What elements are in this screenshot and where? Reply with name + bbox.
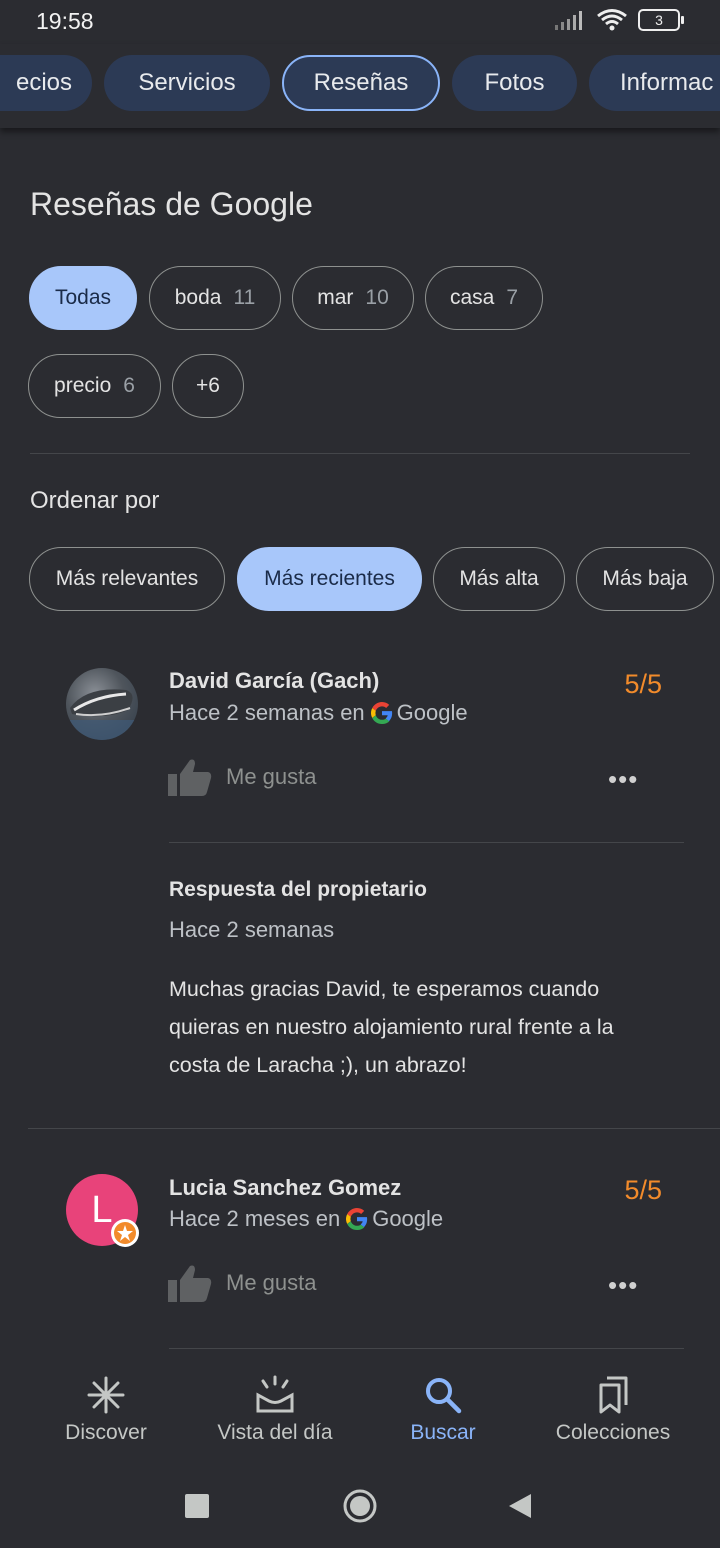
tab-servicios[interactable]: Servicios (104, 55, 270, 111)
google-logo-icon (346, 1208, 368, 1230)
reviewer-name[interactable]: David García (Gach) (169, 668, 379, 694)
sort-chip-alta[interactable]: Más alta (433, 547, 565, 611)
asterisk-icon (87, 1376, 125, 1414)
sunrise-icon (256, 1375, 294, 1413)
sort-chip-recientes[interactable]: Más recientes (237, 547, 422, 611)
more-options-button[interactable]: ••• (608, 764, 638, 795)
thumbs-up-icon (168, 1265, 212, 1302)
filter-chip-more[interactable]: +6 (172, 354, 244, 418)
recents-icon[interactable] (185, 1494, 209, 1518)
divider (169, 1348, 684, 1349)
filter-chip-todas[interactable]: Todas (29, 266, 137, 330)
tab-informacion[interactable]: Informac (589, 55, 720, 111)
review-meta: Hace 2 semanas en Google (169, 700, 468, 725)
filter-chip-mar[interactable]: mar 10 (292, 266, 414, 330)
divider (28, 1128, 720, 1129)
avatar[interactable] (66, 668, 138, 740)
home-icon[interactable] (342, 1488, 378, 1524)
car-photo-icon (66, 689, 138, 740)
system-navigation-bar (0, 1465, 720, 1548)
filter-chip-casa[interactable]: casa 7 (425, 266, 543, 330)
owner-reply-time: Hace 2 semanas (169, 917, 335, 942)
sort-chip-baja[interactable]: Más baja (576, 547, 714, 611)
battery-icon: 3 (638, 9, 684, 31)
tab-precios[interactable]: ecios (0, 55, 92, 111)
thumbs-up-icon (168, 759, 212, 796)
filter-chip-precio[interactable]: precio 6 (28, 354, 161, 418)
more-options-button[interactable]: ••• (608, 1270, 638, 1301)
status-time: 19:58 (36, 8, 94, 34)
status-bar: 19:58 3 (0, 0, 720, 44)
owner-reply-title: Respuesta del propietario (169, 878, 427, 901)
sort-chip-relevantes[interactable]: Más relevantes (29, 547, 225, 611)
reviewer-name[interactable]: Lucia Sanchez Gomez (169, 1175, 401, 1201)
bookmarks-icon (599, 1376, 628, 1414)
rating: 5/5 (624, 1175, 662, 1205)
nav-vista-del-dia[interactable]: Vista del día (206, 1375, 344, 1445)
nav-discover[interactable]: Discover (52, 1375, 160, 1445)
divider (30, 453, 690, 454)
status-icons: 3 (554, 8, 684, 32)
search-icon (426, 1378, 462, 1414)
tab-resenas[interactable]: Reseñas (282, 55, 440, 111)
tab-fotos[interactable]: Fotos (452, 55, 577, 111)
nav-buscar[interactable]: Buscar (398, 1375, 488, 1445)
google-logo-icon (370, 702, 392, 724)
reviews-title: Reseñas de Google (30, 186, 313, 222)
sort-label: Ordenar por (30, 487, 160, 514)
like-button[interactable]: Me gusta (168, 1264, 317, 1302)
rating: 5/5 (624, 669, 662, 699)
bottom-navigation: Discover Vista del día Buscar Coleccione… (0, 1355, 720, 1465)
wifi-icon (597, 9, 627, 31)
signal-icon (555, 11, 582, 30)
review-meta: Hace 2 meses en Google (169, 1206, 444, 1231)
local-guide-badge-icon (111, 1219, 139, 1247)
divider (169, 842, 684, 843)
back-icon[interactable] (507, 1492, 533, 1520)
place-tabs: ecios Servicios Reseñas Fotos Informac (0, 44, 720, 128)
nav-colecciones[interactable]: Colecciones (545, 1375, 681, 1445)
owner-reply-text: Muchas gracias David, te esperamos cuand… (169, 977, 614, 1077)
filter-chip-boda[interactable]: boda 11 (149, 266, 281, 330)
avatar[interactable]: L (66, 1174, 139, 1247)
like-button[interactable]: Me gusta (168, 758, 317, 796)
